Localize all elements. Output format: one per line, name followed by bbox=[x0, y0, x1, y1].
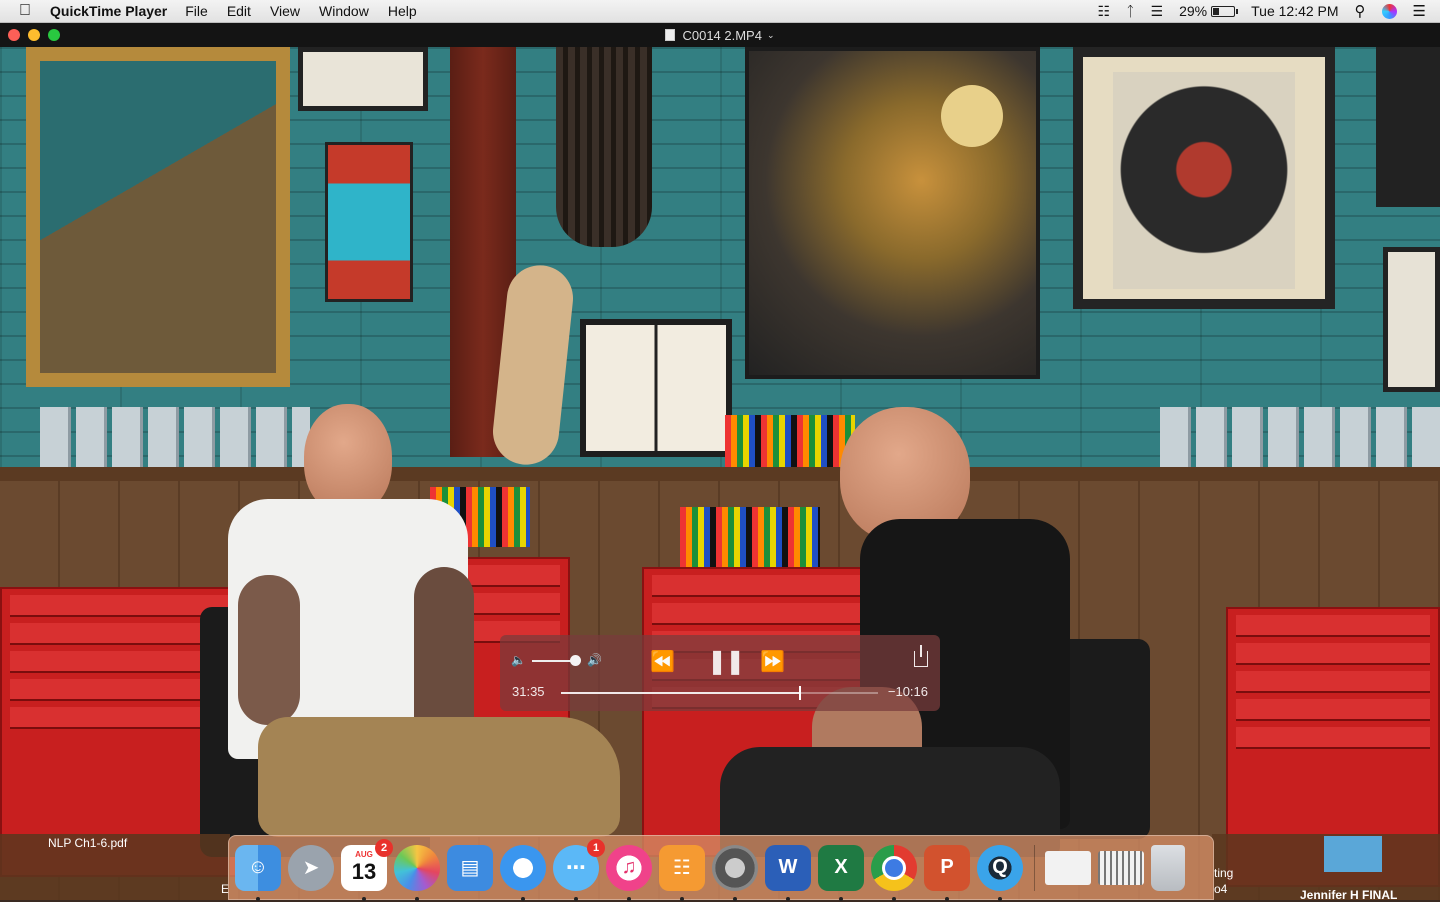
powerpoint-icon[interactable]: P bbox=[924, 844, 970, 901]
keynote-icon[interactable]: ▤ bbox=[447, 844, 493, 891]
airdrop-icon[interactable]: ☷ bbox=[1098, 3, 1111, 20]
gold-mirror bbox=[26, 47, 290, 387]
video-frame[interactable] bbox=[0, 47, 1440, 900]
excel-icon[interactable]: X bbox=[818, 844, 864, 901]
launchpad-icon[interactable]: ➤ bbox=[288, 844, 334, 891]
framed-art-right bbox=[1376, 47, 1440, 207]
safari-icon[interactable] bbox=[500, 844, 546, 901]
document-icon bbox=[665, 29, 676, 41]
notification-center-icon[interactable]: ☰ bbox=[1413, 2, 1426, 20]
share-button[interactable]: share bbox=[914, 645, 928, 667]
elapsed-time: 31:35 bbox=[512, 684, 545, 699]
desktop-file-nlp-pdf[interactable]: NLP Ch1-6.pdf bbox=[48, 836, 127, 850]
recent-spreadsheet-icon[interactable] bbox=[1098, 850, 1144, 885]
siri-icon[interactable] bbox=[1381, 3, 1397, 19]
volume-high-icon[interactable]: 🔊 bbox=[587, 653, 602, 667]
fast-forward-button[interactable]: ⏩ bbox=[760, 649, 785, 674]
playback-controls[interactable]: 🔈 🔊 ⏪ ❚❚ ⏩ share 31:35 −10:16 bbox=[500, 635, 940, 711]
word-icon[interactable]: W bbox=[765, 844, 811, 901]
volume-slider-knob[interactable] bbox=[570, 655, 581, 666]
timeline-played bbox=[561, 692, 800, 694]
calendar-month: AUG bbox=[355, 850, 373, 859]
timeline-scrubber[interactable] bbox=[561, 686, 878, 700]
volume-low-icon[interactable]: 🔈 bbox=[511, 653, 526, 667]
timeline-playhead[interactable] bbox=[799, 686, 801, 700]
tiger-painting bbox=[325, 142, 413, 302]
pause-button[interactable]: ❚❚ bbox=[707, 647, 745, 676]
samurai-painting bbox=[1073, 47, 1335, 309]
battery-status[interactable]: 29% bbox=[1179, 3, 1239, 19]
feather-ornament bbox=[556, 47, 652, 247]
desktop-file-label-a: ting bbox=[1214, 866, 1234, 880]
window-controls bbox=[8, 29, 60, 41]
menu-bar:  QuickTime Player File Edit View Window… bbox=[0, 0, 1440, 23]
menu-edit[interactable]: Edit bbox=[227, 3, 251, 19]
minimize-window-button[interactable] bbox=[28, 29, 40, 41]
battery-percent: 29% bbox=[1179, 3, 1208, 19]
messages-badge: 1 bbox=[587, 838, 605, 857]
books-icon[interactable]: ☷ bbox=[659, 844, 705, 901]
desktop-file-thumbnail[interactable] bbox=[1324, 836, 1382, 872]
menu-help[interactable]: Help bbox=[388, 3, 417, 19]
desktop-file-label-b: o4 bbox=[1214, 882, 1228, 896]
koi-snake-painting bbox=[580, 319, 732, 457]
apple-menu-icon[interactable]:  bbox=[0, 2, 50, 20]
supply-jars-left bbox=[40, 407, 310, 473]
moon-circle bbox=[941, 85, 1003, 147]
calendar-day: 13 bbox=[351, 859, 377, 884]
window-title-bar: C0014 2.MP4 ⌄ bbox=[0, 23, 1440, 47]
person-left-arm bbox=[238, 575, 300, 725]
dock: ☺ ➤ AUG 13 2 ▤ ⋯ 1 ♫ ☷ W X P Q bbox=[228, 835, 1214, 901]
battery-icon bbox=[1211, 5, 1239, 17]
menu-file[interactable]: File bbox=[185, 3, 208, 19]
status-area: ☷ ᛏ ☰ 29% Tue 12:42 PM ⚲ ☰ bbox=[1098, 2, 1440, 21]
app-menu[interactable]: QuickTime Player bbox=[50, 3, 167, 19]
quicktime-icon[interactable]: Q bbox=[977, 844, 1023, 901]
person-left-head bbox=[304, 404, 392, 514]
dock-separator bbox=[1034, 844, 1035, 891]
wifi-icon[interactable]: ☰ bbox=[1151, 3, 1164, 20]
calendar-badge: 2 bbox=[375, 838, 393, 857]
chevron-down-icon[interactable]: ⌄ bbox=[767, 30, 775, 41]
clock[interactable]: Tue 12:42 PM bbox=[1251, 3, 1338, 19]
desktop-strip-left: NLP Ch1-6.pdf E bbox=[0, 834, 230, 900]
photos-icon[interactable] bbox=[394, 844, 440, 901]
trash-icon[interactable] bbox=[1151, 844, 1185, 891]
desktop-strip-right: ting o4 Jennifer H FINAL bbox=[1212, 834, 1440, 902]
supply-jars-right bbox=[1160, 407, 1440, 473]
itunes-icon[interactable]: ♫ bbox=[606, 844, 652, 901]
calendar-icon[interactable]: AUG 13 2 bbox=[341, 838, 393, 901]
person-left-pants bbox=[258, 717, 620, 837]
framed-art-right-lower bbox=[1383, 247, 1440, 392]
wall-shelf bbox=[0, 467, 1440, 481]
close-window-button[interactable] bbox=[8, 29, 20, 41]
bluetooth-icon[interactable]: ᛏ bbox=[1126, 3, 1134, 19]
finder-icon[interactable]: ☺ bbox=[235, 844, 281, 901]
rewind-button[interactable]: ⏪ bbox=[650, 649, 675, 674]
chrome-icon[interactable] bbox=[871, 844, 917, 901]
fullscreen-window-button[interactable] bbox=[48, 29, 60, 41]
ink-bottles-cart-center bbox=[680, 507, 820, 567]
messages-icon[interactable]: ⋯ 1 bbox=[553, 838, 605, 901]
menu-window[interactable]: Window bbox=[319, 3, 369, 19]
ink-bottles-shelf bbox=[725, 415, 855, 475]
dragon-painting bbox=[745, 47, 1040, 379]
system-preferences-icon[interactable] bbox=[712, 844, 758, 901]
spotlight-search-icon[interactable]: ⚲ bbox=[1355, 2, 1366, 20]
menu-view[interactable]: View bbox=[270, 3, 300, 19]
window-title[interactable]: C0014 2.MP4 bbox=[682, 28, 762, 43]
samurai-figure bbox=[1113, 72, 1295, 289]
framed-art bbox=[298, 47, 428, 111]
recent-document-icon[interactable] bbox=[1045, 850, 1091, 885]
battery-fill bbox=[1213, 7, 1220, 15]
remaining-time: −10:16 bbox=[887, 684, 928, 699]
